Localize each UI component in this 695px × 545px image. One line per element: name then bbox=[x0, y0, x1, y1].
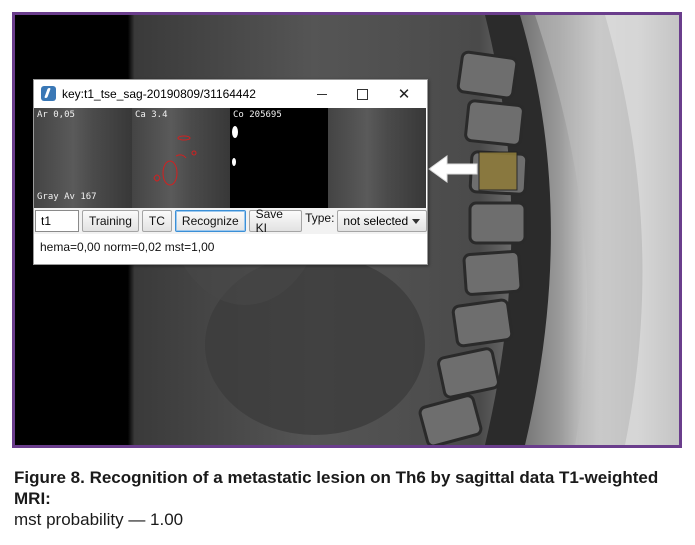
type-select-value: not selected bbox=[343, 214, 409, 228]
panel-count: Co 205695 bbox=[230, 108, 328, 208]
status-text: hema=0,00 norm=0,02 mst=1,00 bbox=[34, 236, 427, 260]
sequence-input[interactable] bbox=[35, 210, 79, 232]
chevron-down-icon bbox=[412, 219, 420, 224]
tc-button[interactable]: TC bbox=[141, 210, 172, 232]
panel-area-label: Ar 0,05 bbox=[37, 110, 75, 120]
figure-caption: Figure 8. Recognition of a metastatic le… bbox=[14, 467, 684, 530]
close-icon: ✕ bbox=[397, 86, 411, 103]
save-ki-button[interactable]: Save KI bbox=[248, 207, 303, 235]
panel-area: Ar 0,05 Gray Av 167 bbox=[34, 108, 132, 208]
minimize-button[interactable] bbox=[302, 80, 342, 108]
maximize-button[interactable] bbox=[342, 80, 382, 108]
title-bar[interactable]: key:t1_tse_sag-20190809/31164442 ✕ bbox=[34, 80, 427, 108]
window-title: key:t1_tse_sag-20190809/31164442 bbox=[62, 87, 256, 101]
caption-line: mst probability — 1.00 bbox=[14, 510, 184, 529]
close-button[interactable]: ✕ bbox=[384, 80, 424, 108]
panel-gray-label: Gray Av 167 bbox=[37, 192, 97, 202]
app-icon bbox=[41, 86, 56, 101]
minimize-icon bbox=[317, 93, 327, 95]
image-panels: Ar 0,05 Gray Av 167 Ca 3.4 Co 205695 bbox=[34, 108, 427, 208]
type-select[interactable]: not selected bbox=[337, 210, 427, 232]
mask-overlay bbox=[232, 126, 238, 166]
toolbar: Training TC Recognize Save KI Type: not … bbox=[34, 207, 427, 235]
recognize-button[interactable]: Recognize bbox=[174, 210, 246, 232]
panel-contour: Ca 3.4 bbox=[132, 108, 230, 208]
training-button[interactable]: Training bbox=[82, 210, 139, 232]
contour-overlay bbox=[153, 135, 197, 186]
roi-marker bbox=[478, 151, 518, 191]
panel-source bbox=[328, 108, 426, 208]
type-label: Type: bbox=[305, 211, 335, 225]
pointer-arrow-icon bbox=[428, 155, 478, 183]
maximize-icon bbox=[356, 88, 368, 100]
recognition-window: key:t1_tse_sag-20190809/31164442 ✕ Ar 0,… bbox=[33, 79, 428, 265]
caption-title: Figure 8. Recognition of a metastatic le… bbox=[14, 468, 659, 508]
